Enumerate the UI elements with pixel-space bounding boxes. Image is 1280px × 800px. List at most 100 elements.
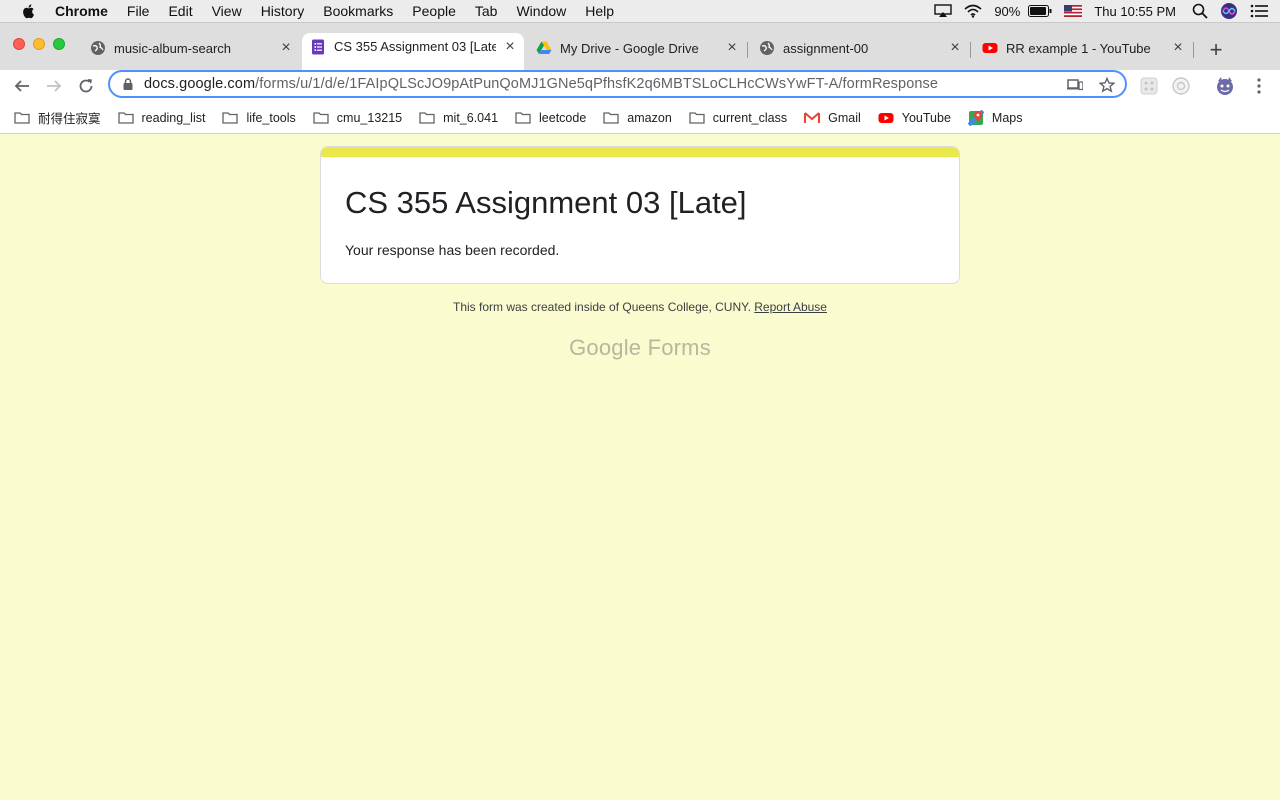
close-tab-icon[interactable]: × xyxy=(724,40,740,56)
menu-window[interactable]: Window xyxy=(516,0,566,22)
bookmark-label: life_tools xyxy=(246,110,296,125)
reload-icon xyxy=(79,79,93,93)
address-bar-actions xyxy=(1053,75,1117,95)
report-abuse-link[interactable]: Report Abuse xyxy=(754,300,827,314)
close-tab-icon[interactable]: × xyxy=(1170,40,1186,56)
apple-icon[interactable] xyxy=(21,3,37,19)
menu-people[interactable]: People xyxy=(412,0,456,22)
form-footer: This form was created inside of Queens C… xyxy=(320,300,960,314)
bookmark-folder[interactable]: current_class xyxy=(689,111,787,125)
menu-view[interactable]: View xyxy=(212,0,242,22)
bookmark-folder[interactable]: cmu_13215 xyxy=(313,111,402,125)
bookmark-gmail[interactable]: Gmail xyxy=(804,111,861,125)
close-tab-icon[interactable]: × xyxy=(947,40,963,56)
battery-icon[interactable] xyxy=(1028,5,1052,17)
address-url: docs.google.com/forms/u/1/d/e/1FAIpQLScJ… xyxy=(144,76,938,92)
bookmark-label: YouTube xyxy=(901,110,951,125)
wifi-icon[interactable] xyxy=(964,4,982,18)
folder-icon xyxy=(603,111,619,125)
bookmark-label: cmu_13215 xyxy=(336,110,403,125)
bookmarks-bar: 耐得住寂寞 reading_list life_tools cmu_13215 … xyxy=(0,102,1280,134)
chrome-menu-button[interactable] xyxy=(1247,74,1271,98)
bookmark-folder[interactable]: reading_list xyxy=(117,110,206,125)
menu-tab[interactable]: Tab xyxy=(475,0,498,22)
bookmark-youtube[interactable]: YouTube xyxy=(878,111,951,125)
close-window-button[interactable] xyxy=(13,38,25,50)
google-forms-icon xyxy=(312,39,324,55)
lock-icon[interactable] xyxy=(122,78,134,90)
folder-icon xyxy=(419,111,435,125)
siri-icon[interactable] xyxy=(1220,2,1238,20)
tab-google-drive[interactable]: My Drive - Google Drive × xyxy=(528,33,746,63)
folder-icon xyxy=(515,111,531,125)
gmail-icon xyxy=(804,111,821,125)
tab-title: CS 355 Assignment 03 [Late] xyxy=(334,39,496,54)
airplay-icon[interactable] xyxy=(934,4,953,18)
bookmark-label: Gmail xyxy=(828,110,861,125)
tab-separator xyxy=(1193,42,1194,58)
tab-strip: music-album-search × CS 355 Assignment 0… xyxy=(0,22,1280,71)
forward-button[interactable] xyxy=(42,74,66,98)
extension-circle-icon[interactable] xyxy=(1169,74,1193,98)
close-tab-icon[interactable]: × xyxy=(278,40,294,56)
address-bar[interactable]: docs.google.com/forms/u/1/d/e/1FAIpQLScJ… xyxy=(108,70,1127,98)
bookmark-label: leetcode xyxy=(539,110,587,125)
google-drive-icon xyxy=(536,41,552,54)
clock[interactable]: Thu 10:55 PM xyxy=(1094,4,1176,19)
tab-youtube[interactable]: RR example 1 - YouTube × xyxy=(974,33,1192,63)
reload-button[interactable] xyxy=(74,74,98,98)
spotlight-search-icon[interactable] xyxy=(1192,3,1208,19)
confirmation-message: Your response has been recorded. xyxy=(345,242,560,258)
tab-assignment-00[interactable]: assignment-00 × xyxy=(751,33,969,63)
bookmark-label: reading_list xyxy=(141,110,206,125)
menu-app-name[interactable]: Chrome xyxy=(55,0,108,22)
bookmark-label: amazon xyxy=(627,110,672,125)
cast-device-icon[interactable] xyxy=(1065,75,1085,95)
tab-title: My Drive - Google Drive xyxy=(560,40,699,56)
bookmark-folder[interactable]: amazon xyxy=(603,110,672,125)
footer-note-text: This form was created inside of Queens C… xyxy=(453,300,751,314)
bookmark-star-icon[interactable] xyxy=(1097,75,1117,95)
status-area: 90% Thu 10:55 PM xyxy=(934,0,1280,22)
url-path: /forms/u/1/d/e/1FAIpQLScJO9pAtPunQoMJ1GN… xyxy=(255,76,939,92)
bookmark-folder[interactable]: mit_6.041 xyxy=(419,111,498,125)
notification-center-icon[interactable] xyxy=(1250,4,1268,18)
close-tab-icon[interactable]: × xyxy=(502,39,518,55)
google-forms-logo: Google Forms xyxy=(320,335,960,361)
globe-icon xyxy=(91,41,105,55)
battery-percent: 90% xyxy=(994,3,1021,19)
youtube-icon xyxy=(878,111,894,125)
tab-separator xyxy=(970,42,971,58)
menu-bookmarks[interactable]: Bookmarks xyxy=(323,0,393,22)
menu-help[interactable]: Help xyxy=(585,0,614,22)
bookmark-maps[interactable]: Maps xyxy=(967,109,1022,126)
bookmark-folder[interactable]: life_tools xyxy=(222,110,296,125)
menu-edit[interactable]: Edit xyxy=(168,0,192,22)
us-flag-icon[interactable] xyxy=(1064,5,1083,17)
bookmark-label: mit_6.041 xyxy=(443,110,499,125)
fullscreen-window-button[interactable] xyxy=(53,38,65,50)
folder-icon xyxy=(117,111,134,125)
form-title: CS 355 Assignment 03 [Late] xyxy=(345,185,747,220)
menu-file[interactable]: File xyxy=(127,0,150,22)
folder-icon xyxy=(222,111,239,125)
bookmark-folder[interactable]: leetcode xyxy=(515,111,586,125)
bookmark-folder[interactable]: 耐得住寂寞 xyxy=(14,108,101,127)
back-button[interactable] xyxy=(10,74,34,98)
logo-forms-text: Forms xyxy=(647,335,711,360)
tab-cs355-assignment[interactable]: CS 355 Assignment 03 [Late] × xyxy=(302,33,524,71)
menu-history[interactable]: History xyxy=(261,0,305,22)
tab-title: music-album-search xyxy=(114,40,232,56)
globe-icon xyxy=(760,41,774,55)
url-host: docs.google.com xyxy=(144,76,256,92)
folder-icon xyxy=(313,111,329,125)
maps-icon xyxy=(967,109,984,126)
tab-music-album-search[interactable]: music-album-search × xyxy=(82,33,300,63)
minimize-window-button[interactable] xyxy=(33,38,45,50)
new-tab-button[interactable]: + xyxy=(1205,37,1227,62)
profile-avatar[interactable] xyxy=(1213,74,1237,98)
logo-google-text: Google xyxy=(569,335,642,360)
extension-grid-icon[interactable] xyxy=(1137,74,1161,98)
youtube-icon xyxy=(982,43,998,53)
folder-icon xyxy=(14,111,30,125)
